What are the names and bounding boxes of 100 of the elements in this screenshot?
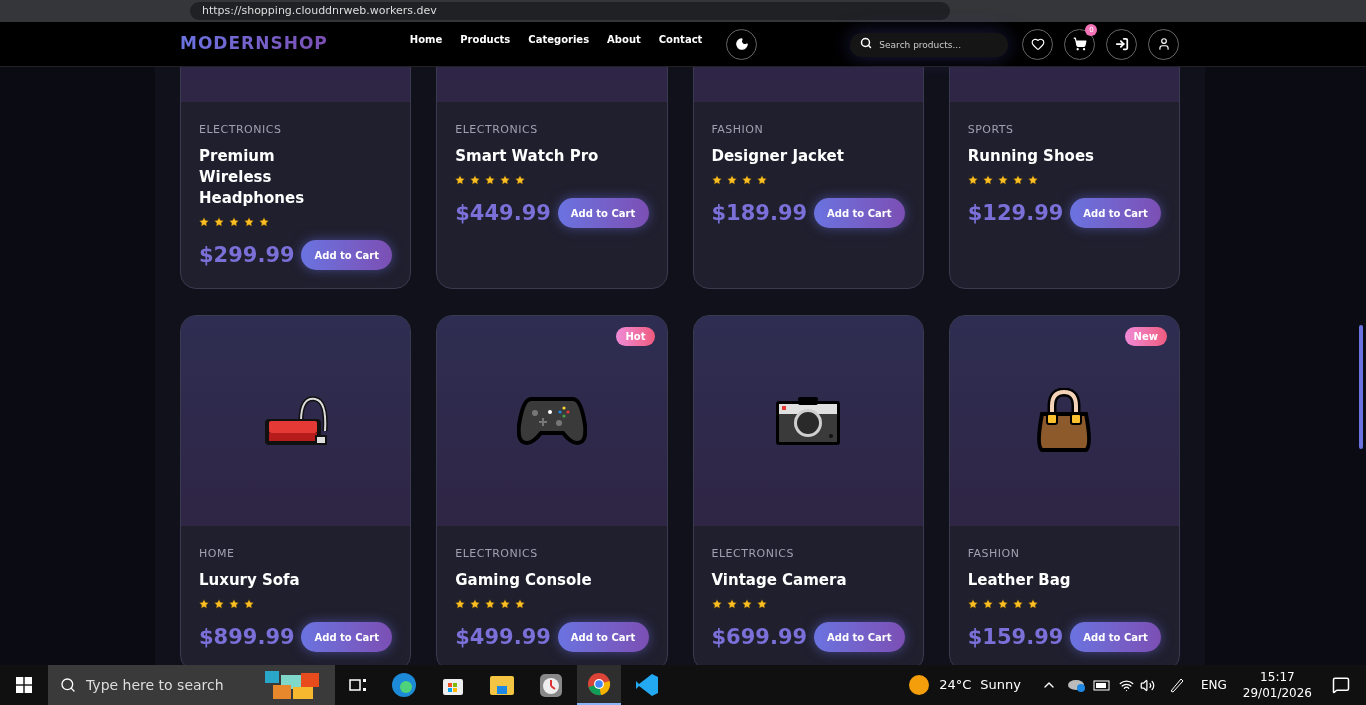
star-icon xyxy=(214,217,224,227)
chrome-taskbar-button[interactable] xyxy=(577,665,621,705)
product-price: $449.99 xyxy=(455,200,551,226)
add-to-cart-button[interactable]: Add to Cart xyxy=(813,622,905,652)
taskbar-search-placeholder: Type here to search xyxy=(86,675,224,695)
star-icon xyxy=(1012,175,1023,185)
add-to-cart-button[interactable]: Add to Cart xyxy=(1070,622,1161,652)
star-icon xyxy=(515,599,526,609)
search-field[interactable]: Search products... xyxy=(850,33,1009,57)
product-category: HOME xyxy=(199,547,236,561)
product-name: Running Shoes xyxy=(967,146,1095,167)
product-category: ELECTRONICS xyxy=(455,547,539,561)
star-icon xyxy=(515,175,526,185)
star-icon xyxy=(244,217,254,227)
clock-icon[interactable] xyxy=(539,672,563,698)
code-editor-icon[interactable] xyxy=(635,673,659,697)
star-icon xyxy=(967,599,978,609)
search-icon xyxy=(860,37,873,49)
sun-icon xyxy=(909,675,930,695)
notifications-icon[interactable] xyxy=(1332,676,1350,694)
user-icon xyxy=(1156,37,1171,51)
product-category: ELECTRONICS xyxy=(455,123,539,137)
star-icon xyxy=(741,599,752,609)
weather-condition: Sunny xyxy=(980,676,1021,695)
product-price: $699.99 xyxy=(711,624,808,650)
language-indicator[interactable]: ENG xyxy=(1200,676,1227,694)
product-category: ELECTRONICS xyxy=(199,123,283,137)
heart-icon xyxy=(1030,37,1045,51)
product-price: $299.99 xyxy=(199,242,295,268)
clock-date[interactable]: 29/01/2026 xyxy=(1242,685,1312,701)
product-price: $159.99 xyxy=(967,624,1064,650)
product-category: FASHION xyxy=(967,547,1021,561)
product-name: Smart Watch Pro xyxy=(455,146,600,167)
product-name: Gaming Console xyxy=(455,570,593,591)
star-icon xyxy=(199,599,209,609)
star-icon xyxy=(756,599,767,609)
task-view-icon[interactable] xyxy=(349,677,367,693)
star-icon xyxy=(982,175,993,185)
search-icon xyxy=(60,677,76,693)
star-icon xyxy=(741,175,752,185)
star-icon xyxy=(485,175,496,185)
nav-link[interactable]: Home xyxy=(409,31,443,47)
star-icon xyxy=(997,175,1008,185)
handbag-icon xyxy=(1036,388,1093,454)
temperature: 24°C xyxy=(939,676,972,695)
product-name: Premium Wireless Headphones xyxy=(199,146,306,209)
star-icon xyxy=(500,599,511,609)
star-icon xyxy=(485,599,496,609)
star-icon xyxy=(1027,599,1038,609)
product-name: Designer Jacket xyxy=(711,146,845,167)
game-controller-icon xyxy=(516,395,587,447)
address-bar[interactable]: https://shopping.clouddnrweb.workers.dev xyxy=(190,2,950,20)
star-icon xyxy=(1027,175,1038,185)
add-to-cart-button[interactable]: Add to Cart xyxy=(557,198,649,228)
star-icon xyxy=(711,175,722,185)
product-category: ELECTRONICS xyxy=(711,547,795,561)
chrome-icon xyxy=(587,672,611,696)
star-icon xyxy=(214,599,224,609)
camera-icon xyxy=(774,395,843,447)
add-to-cart-button[interactable]: Add to Cart xyxy=(557,622,649,652)
product-price: $129.99 xyxy=(967,200,1064,226)
clock-time[interactable]: 15:17 xyxy=(1260,669,1295,685)
folder-icon[interactable] xyxy=(489,674,515,696)
nav-link[interactable]: Products xyxy=(460,31,511,47)
product-name: Luxury Sofa xyxy=(199,570,301,591)
star-icon xyxy=(756,175,767,185)
add-to-cart-button[interactable]: Add to Cart xyxy=(1070,198,1161,228)
product-price: $189.99 xyxy=(711,200,808,226)
product-badge: New xyxy=(1124,327,1167,346)
add-to-cart-button[interactable]: Add to Cart xyxy=(301,622,393,652)
product-name: Vintage Camera xyxy=(711,570,848,591)
product-name: Leather Bag xyxy=(967,570,1072,591)
star-icon xyxy=(997,599,1008,609)
star-icon xyxy=(982,599,993,609)
star-icon xyxy=(455,175,466,185)
star-icon xyxy=(1012,599,1023,609)
product-category: SPORTS xyxy=(967,123,1015,137)
star-icon xyxy=(967,175,978,185)
star-icon xyxy=(244,599,254,609)
add-to-cart-button[interactable]: Add to Cart xyxy=(813,198,905,228)
pen-icon[interactable] xyxy=(1168,677,1185,693)
battery-icon[interactable] xyxy=(1092,679,1111,691)
star-icon xyxy=(726,599,737,609)
cloud-icon[interactable] xyxy=(1066,678,1085,692)
nav-link[interactable]: Contact xyxy=(658,31,703,47)
star-icon xyxy=(259,217,269,227)
star-icon xyxy=(229,217,239,227)
product-price: $499.99 xyxy=(455,624,551,650)
nav-link[interactable]: About xyxy=(607,31,641,47)
add-to-cart-button[interactable]: Add to Cart xyxy=(301,240,393,270)
login-icon xyxy=(1114,37,1129,51)
windows-start-icon[interactable] xyxy=(16,677,32,693)
star-icon xyxy=(470,175,481,185)
nav-link[interactable]: Categories xyxy=(528,31,590,47)
taskbar-search-field[interactable]: Type here to search xyxy=(48,665,335,705)
volume-icon[interactable] xyxy=(1139,677,1155,693)
wifi-icon[interactable] xyxy=(1118,677,1134,693)
star-icon xyxy=(470,599,481,609)
star-icon xyxy=(199,217,209,227)
product-badge: Hot xyxy=(616,327,655,346)
